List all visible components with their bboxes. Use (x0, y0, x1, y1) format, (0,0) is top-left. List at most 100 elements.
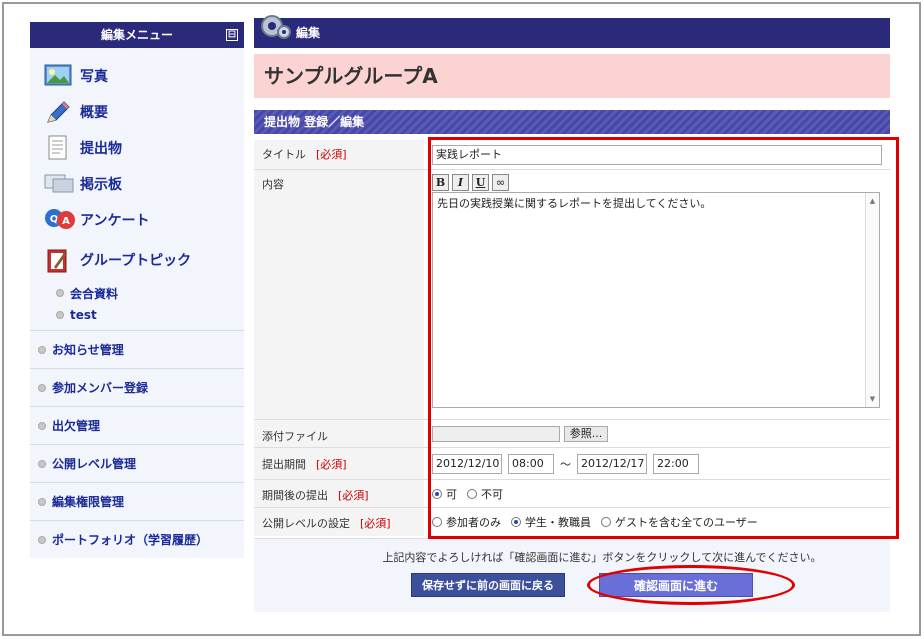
main-header: 編集 (254, 15, 890, 48)
menu-item-visibility[interactable]: 公開レベル管理 (30, 444, 244, 482)
menu-item-label: ポートフォリオ（学習履歴） (52, 533, 209, 547)
group-title: サンプルグループA (254, 54, 890, 98)
row-title: タイトル [必須] 実践レポート (254, 140, 890, 170)
sidebar-item-label: アンケート (80, 213, 150, 229)
radio-unselected[interactable] (601, 517, 611, 527)
late-label-cell: 期間後の提出 [必須] (254, 480, 424, 507)
menu-item-members[interactable]: 参加メンバー登録 (30, 368, 244, 406)
title-label-cell: タイトル [必須] (254, 140, 424, 169)
confirm-button[interactable]: 確認画面に進む (599, 573, 753, 597)
radio-unselected[interactable] (467, 488, 477, 499)
sidebar-item-board[interactable]: 掲示板 (30, 166, 244, 202)
menu-item-portfolio[interactable]: ポートフォリオ（学習履歴） (30, 520, 244, 558)
edit-menu-sidebar: 編集メニュー ⊟ 写真 概要 提出物 掲示板 Q A アンケート グループトピッ… (30, 22, 244, 558)
content-value-cell: B I U ∞ 先日の実践授業に関するレポートを提出してください。 ▲ ▼ (424, 170, 890, 419)
sidebar-item-survey[interactable]: QA アンケート (30, 202, 244, 238)
title-label: タイトル (262, 148, 306, 161)
menu-item-label: お知らせ管理 (52, 343, 124, 357)
radio-unselected[interactable] (432, 517, 442, 527)
link-button[interactable]: ∞ (492, 174, 509, 191)
late-option-allow[interactable]: 可 (432, 486, 457, 502)
svg-text:A: A (62, 216, 70, 227)
level-option-all-users[interactable]: ゲストを含む全てのユーザー (601, 514, 758, 530)
level-label-cell: 公開レベルの設定 [必須] (254, 508, 424, 536)
required-mark: [必須] (338, 489, 369, 502)
content-label-cell: 内容 (254, 170, 424, 419)
sidebar-item-submission[interactable]: 提出物 (30, 130, 244, 166)
bold-button[interactable]: B (432, 174, 449, 191)
end-time-input[interactable]: 22:00 (653, 453, 699, 474)
admin-menu: お知らせ管理 参加メンバー登録 出欠管理 公開レベル管理 編集権限管理 ポートフ… (30, 330, 244, 558)
main-panel: 編集 サンプルグループA 提出物 登録／編集 タイトル [必須] 実践レポート 内… (254, 15, 899, 612)
menu-item-attendance[interactable]: 出欠管理 (30, 406, 244, 444)
bullet-icon (38, 345, 46, 354)
svg-text:Q: Q (50, 214, 59, 225)
required-mark: [必須] (316, 458, 347, 471)
document-icon (44, 135, 72, 161)
sidebar-item-group-topic[interactable]: グループトピック (30, 238, 244, 282)
textarea-scrollbar[interactable]: ▲ ▼ (865, 193, 879, 407)
scroll-down-icon[interactable]: ▼ (866, 395, 879, 403)
file-path-input[interactable] (432, 425, 560, 442)
attach-value-cell: 参照... (424, 420, 890, 447)
required-mark: [必須] (316, 148, 347, 161)
row-attachment: 添付ファイル 参照... (254, 420, 890, 448)
underline-button[interactable]: U (472, 174, 489, 191)
start-date-input[interactable]: 2012/12/10 (432, 453, 502, 474)
required-mark: [必須] (360, 517, 391, 530)
submission-form: タイトル [必須] 実践レポート 内容 B I U ∞ 先日の実践授業に関するレポ… (254, 137, 899, 539)
italic-button[interactable]: I (452, 174, 469, 191)
late-option-deny[interactable]: 不可 (467, 486, 503, 502)
instruction-note: 上記内容でよろしければ「確認画面に進む」ボタンをクリックして次に進んでください。 (382, 551, 822, 564)
late-label: 期間後の提出 (262, 489, 328, 502)
option-label: 可 (446, 487, 457, 501)
action-buttons: 保存せずに前の画面に戻る 確認画面に進む (254, 565, 890, 605)
menu-item-permissions[interactable]: 編集権限管理 (30, 482, 244, 520)
title-value-cell: 実践レポート (424, 140, 890, 169)
menu-item-label: 公開レベル管理 (52, 457, 137, 471)
bullet-icon (38, 421, 46, 430)
content-textarea[interactable]: 先日の実践授業に関するレポートを提出してください。 ▲ ▼ (432, 192, 880, 408)
sidebar-subitem-label: 会合資料 (70, 286, 119, 301)
content-label: 内容 (262, 178, 284, 191)
notebook-icon (44, 247, 72, 273)
period-label-cell: 提出期間 [必須] (254, 448, 424, 479)
sidebar-item-overview[interactable]: 概要 (30, 94, 244, 130)
end-date-input[interactable]: 2012/12/17 (577, 453, 647, 474)
menu-item-notices[interactable]: お知らせ管理 (30, 330, 244, 368)
section-title: 提出物 登録／編集 (254, 110, 890, 134)
option-label: 学生・教職員 (525, 516, 591, 529)
level-label: 公開レベルの設定 (262, 517, 350, 530)
qa-icon: QA (44, 207, 75, 233)
option-label: ゲストを含む全てのユーザー (615, 516, 758, 529)
pencil-icon (44, 99, 72, 125)
option-label: 不可 (481, 487, 503, 501)
gear-icon (258, 12, 294, 42)
level-value-cell: 参加者のみ 学生・教職員 ゲストを含む全てのユーザー (424, 508, 890, 536)
level-option-members[interactable]: 参加者のみ (432, 514, 501, 530)
sidebar-subitem-label: test (70, 308, 97, 322)
sidebar-subitem-test[interactable]: test (30, 304, 244, 326)
period-separator: 〜 (560, 457, 571, 471)
bullet-icon (38, 535, 46, 544)
start-time-input[interactable]: 08:00 (508, 453, 554, 474)
sidebar-item-label: グループトピック (80, 253, 192, 269)
edit-menu-main: 写真 概要 提出物 掲示板 QA アンケート グループトピック 会合資料 tes… (30, 48, 244, 330)
editor-toolbar: B I U ∞ (432, 174, 509, 191)
content-text: 先日の実践授業に関するレポートを提出してください。 (437, 197, 712, 210)
bullet-icon (38, 459, 46, 468)
browse-button[interactable]: 参照... (564, 425, 608, 442)
title-input[interactable]: 実践レポート (432, 144, 882, 165)
radio-selected[interactable] (432, 488, 442, 499)
back-button[interactable]: 保存せずに前の画面に戻る (411, 573, 565, 597)
level-option-students-staff[interactable]: 学生・教職員 (511, 514, 591, 530)
sidebar-subitem-meeting-docs[interactable]: 会合資料 (30, 282, 244, 304)
radio-selected[interactable] (511, 517, 521, 527)
sidebar-item-photo[interactable]: 写真 (30, 58, 244, 94)
edit-menu-title: 編集メニュー (100, 28, 173, 42)
collapse-icon[interactable]: ⊟ (226, 29, 238, 41)
row-period: 提出期間 [必須] 2012/12/10 08:00 〜 2012/12/17 2… (254, 448, 890, 480)
row-visibility: 公開レベルの設定 [必須] 参加者のみ 学生・教職員 ゲストを含む全てのユーザー (254, 508, 890, 536)
sidebar-item-label: 掲示板 (80, 177, 122, 193)
scroll-up-icon[interactable]: ▲ (866, 197, 879, 205)
